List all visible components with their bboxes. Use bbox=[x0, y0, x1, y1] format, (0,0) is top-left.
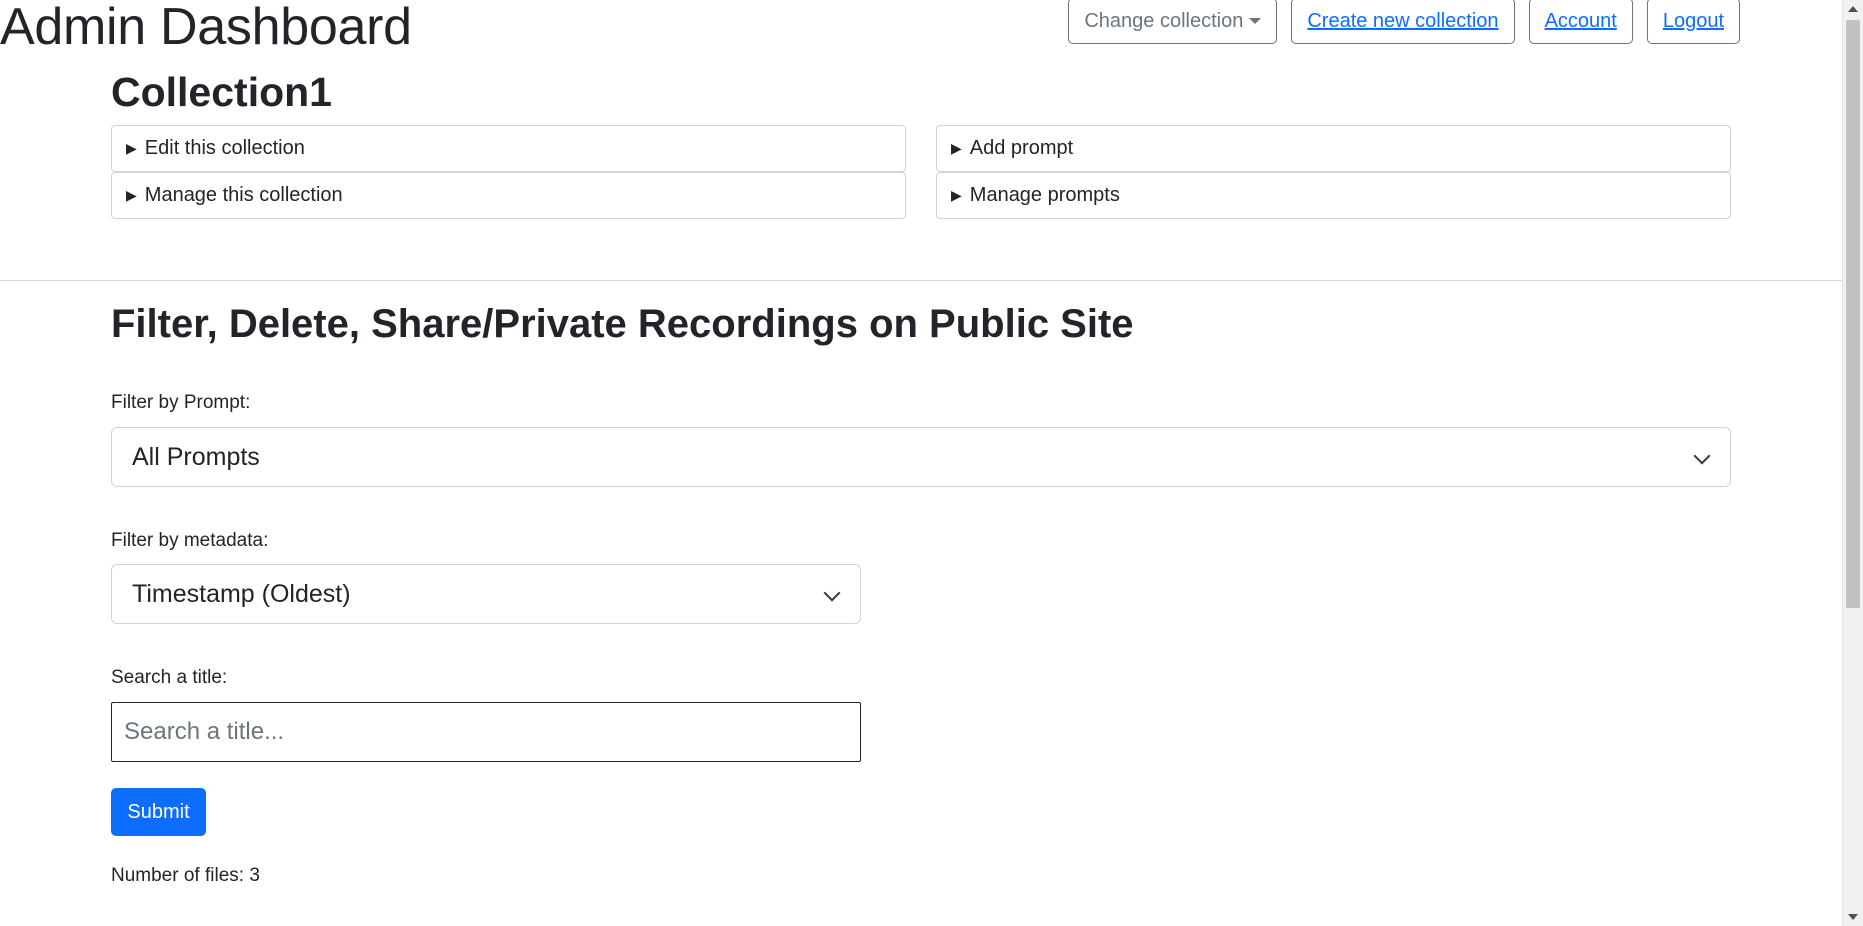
metadata-filter-value: Timestamp (Oldest) bbox=[132, 579, 351, 608]
prompt-filter-label: Filter by Prompt: bbox=[111, 392, 251, 413]
prompt-filter-select[interactable]: All Prompts bbox=[111, 427, 1731, 487]
change-collection-label: Change collection bbox=[1084, 9, 1244, 32]
metadata-filter-select[interactable]: Timestamp (Oldest) bbox=[111, 564, 861, 624]
logout-link[interactable]: Logout bbox=[1646, 0, 1740, 44]
chevron-down-icon bbox=[1693, 447, 1711, 465]
edit-collection-toggle[interactable]: ▶ Edit this collection bbox=[111, 125, 906, 172]
triangle-right-icon: ▶ bbox=[126, 140, 137, 156]
collection-title: Collection1 bbox=[111, 69, 332, 115]
metadata-filter-label: Filter by metadata: bbox=[111, 530, 269, 551]
search-title-input[interactable] bbox=[111, 702, 861, 762]
account-link[interactable]: Account bbox=[1528, 0, 1633, 44]
file-count: Number of files: 3 bbox=[111, 865, 260, 886]
filter-section-title: Filter, Delete, Share/Private Recordings… bbox=[111, 302, 1134, 346]
prompt-filter-value: All Prompts bbox=[132, 442, 260, 471]
search-title-label: Search a title: bbox=[111, 667, 228, 688]
triangle-right-icon: ▶ bbox=[951, 140, 962, 156]
change-collection-dropdown[interactable]: Change collection bbox=[1068, 0, 1278, 44]
triangle-right-icon: ▶ bbox=[126, 187, 137, 203]
chevron-down-icon bbox=[823, 584, 841, 602]
top-nav: Change collection Create new collection … bbox=[1068, 0, 1740, 44]
scroll-up-icon[interactable] bbox=[1848, 6, 1858, 12]
vertical-scrollbar[interactable] bbox=[1842, 0, 1863, 926]
triangle-right-icon: ▶ bbox=[951, 187, 962, 203]
add-prompt-toggle[interactable]: ▶ Add prompt bbox=[936, 125, 1731, 172]
edit-collection-label: Edit this collection bbox=[144, 137, 305, 159]
section-divider bbox=[0, 280, 1843, 281]
manage-prompts-toggle[interactable]: ▶ Manage prompts bbox=[936, 172, 1731, 219]
caret-down-icon bbox=[1249, 18, 1262, 24]
manage-collection-toggle[interactable]: ▶ Manage this collection bbox=[111, 172, 906, 219]
app-title: Admin Dashboard bbox=[0, 0, 412, 56]
admin-dashboard-page: Admin Dashboard Change collection Create… bbox=[0, 0, 1843, 926]
submit-button[interactable]: Submit bbox=[111, 788, 206, 836]
manage-prompts-label: Manage prompts bbox=[969, 184, 1120, 206]
collection-panels: ▶ Edit this collection ▶ Add prompt ▶ Ma… bbox=[111, 125, 1731, 219]
scroll-thumb[interactable] bbox=[1846, 20, 1860, 608]
create-collection-link[interactable]: Create new collection bbox=[1291, 0, 1515, 44]
add-prompt-label: Add prompt bbox=[969, 137, 1074, 159]
scroll-down-icon[interactable] bbox=[1848, 914, 1858, 920]
manage-collection-label: Manage this collection bbox=[144, 184, 343, 206]
